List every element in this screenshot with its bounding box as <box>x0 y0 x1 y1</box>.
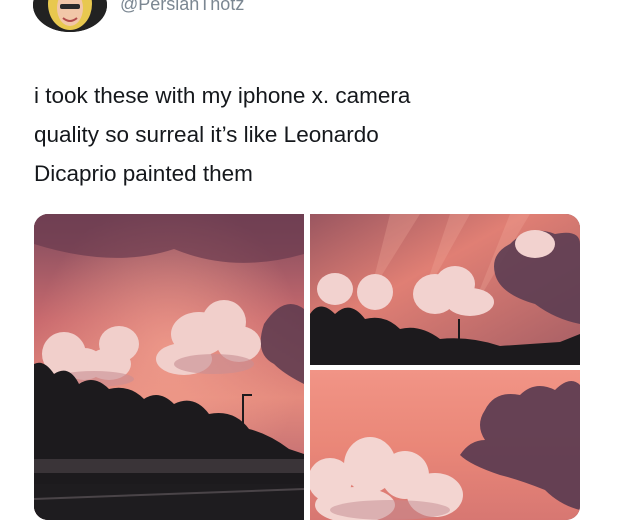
photo-3[interactable] <box>310 370 580 520</box>
profile-avatar[interactable] <box>33 0 107 32</box>
user-handle[interactable]: @PersianThotz <box>120 0 244 15</box>
sunset-photo-image <box>34 214 304 520</box>
sunset-photo-image <box>310 214 580 365</box>
photo-grid <box>34 214 580 520</box>
tweet-text-line: quality so surreal it’s like Leonardo <box>34 122 379 147</box>
tweet-text-line: i took these with my iphone x. camera <box>34 83 411 108</box>
tweet-text-line: Dicaprio painted them <box>34 161 253 186</box>
photo-1[interactable] <box>34 214 304 520</box>
sunset-photo-image <box>310 370 580 520</box>
photo-2[interactable] <box>310 214 580 365</box>
avatar-image <box>33 0 107 32</box>
tweet-text: i took these with my iphone x. camera qu… <box>34 76 594 193</box>
